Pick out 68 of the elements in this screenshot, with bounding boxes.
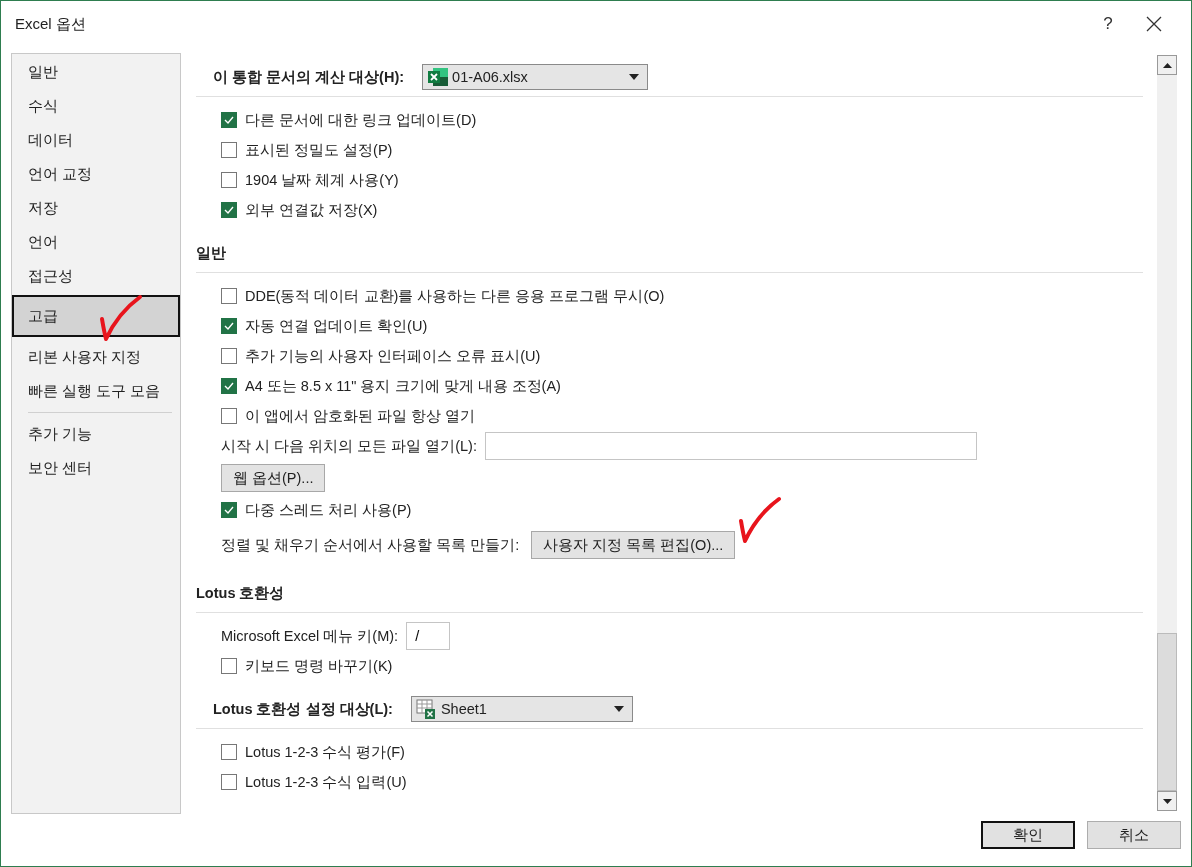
checkbox[interactable]	[221, 112, 237, 128]
field-label: 시작 시 다음 위치의 모든 파일 열기(L):	[221, 436, 477, 456]
edit-list-button[interactable]: 사용자 지정 목록 편집(O)...	[531, 531, 736, 559]
checkbox-label: 다중 스레드 처리 사용(P)	[245, 500, 412, 520]
spreadsheet-file-icon	[427, 67, 450, 87]
checkbox-label: Lotus 1-2-3 수식 입력(U)	[245, 772, 407, 792]
checkbox-label: DDE(동적 데이터 교환)를 사용하는 다른 응용 프로그램 무시(O)	[245, 286, 665, 306]
input-field[interactable]	[484, 432, 977, 460]
sidebar-item[interactable]: 수식	[12, 89, 180, 123]
sidebar-item[interactable]: 데이터	[12, 123, 180, 157]
checkbox-label: Lotus 1-2-3 수식 평가(F)	[245, 742, 405, 762]
sidebar-item[interactable]: 접근성	[12, 259, 180, 293]
checkbox[interactable]	[221, 202, 237, 218]
window-title: Excel 옵션	[15, 14, 87, 34]
scrollbar[interactable]	[1157, 55, 1177, 811]
input-field[interactable]: /	[406, 622, 451, 650]
field-label: Microsoft Excel 메뉴 키(M):	[221, 626, 399, 646]
sidebar-item[interactable]: 보안 센터	[12, 451, 180, 485]
checkbox[interactable]	[221, 502, 237, 518]
section-heading: 일반	[196, 243, 226, 263]
dropdown[interactable]: 01-A06.xlsx	[422, 64, 649, 90]
section-heading: 이 통합 문서의 계산 대상(H):	[213, 67, 405, 87]
sidebar-item[interactable]: 저장	[12, 191, 180, 225]
sidebar-item[interactable]: 리본 사용자 지정	[12, 340, 180, 374]
web-options-button[interactable]: 웹 옵션(P)...	[221, 464, 326, 492]
option-label: 정렬 및 채우기 순서에서 사용할 목록 만들기:	[221, 535, 520, 555]
checkbox-label: 외부 연결값 저장(X)	[245, 200, 378, 220]
checkmark-icon	[223, 114, 235, 126]
sidebar-item[interactable]: 언어 교정	[12, 157, 180, 191]
checkbox[interactable]	[221, 658, 237, 674]
checkbox-label: A4 또는 8.5 x 11" 용지 크기에 맞게 내용 조정(A)	[245, 376, 561, 396]
scroll-down-icon	[1162, 798, 1172, 804]
checkmark-icon	[223, 320, 235, 332]
checkbox[interactable]	[221, 172, 237, 188]
checkbox-label: 자동 연결 업데이트 확인(U)	[245, 316, 428, 336]
help-button[interactable]: ?	[1085, 6, 1131, 42]
checkbox[interactable]	[221, 142, 237, 158]
sidebar-item[interactable]: 언어	[12, 225, 180, 259]
dropdown[interactable]: Sheet1	[410, 696, 633, 722]
checkbox-label: 이 앱에서 암호화된 파일 항상 열기	[245, 406, 476, 426]
checkbox-label: 표시된 정밀도 설정(P)	[245, 140, 393, 160]
dialog-button[interactable]: 취소	[1087, 821, 1181, 849]
section-heading: Lotus 호환성	[196, 583, 285, 603]
close-icon	[1146, 16, 1162, 32]
section-heading: Lotus 호환성 설정 대상(L):	[213, 699, 393, 719]
dialog-button[interactable]: 확인	[981, 821, 1075, 849]
checkbox-label: 1904 날짜 체계 사용(Y)	[245, 170, 399, 190]
checkbox[interactable]	[221, 774, 237, 790]
checkbox[interactable]	[221, 378, 237, 394]
sidebar-item[interactable]: 추가 기능	[12, 417, 180, 451]
checkbox[interactable]	[221, 288, 237, 304]
dropdown-arrow-icon	[629, 74, 640, 80]
checkbox[interactable]	[221, 318, 237, 334]
checkbox-label: 다른 문서에 대한 링크 업데이트(D)	[245, 110, 477, 130]
sidebar-item[interactable]: 빠른 실행 도구 모음	[12, 374, 180, 408]
dropdown-arrow-icon	[613, 706, 624, 712]
checkbox-label: 추가 기능의 사용자 인터페이스 오류 표시(U)	[245, 346, 541, 366]
checkbox-label: 키보드 명령 바꾸기(K)	[245, 656, 393, 676]
checkbox[interactable]	[221, 348, 237, 364]
sidebar-item[interactable]: 일반	[12, 55, 180, 89]
scrollbar-thumb[interactable]	[1157, 633, 1177, 791]
scroll-up-icon	[1162, 62, 1172, 68]
checkmark-icon	[223, 380, 235, 392]
checkmark-icon	[223, 204, 235, 216]
checkbox[interactable]	[221, 744, 237, 760]
checkmark-icon	[223, 504, 235, 516]
worksheet-icon	[415, 699, 438, 719]
checkbox[interactable]	[221, 408, 237, 424]
